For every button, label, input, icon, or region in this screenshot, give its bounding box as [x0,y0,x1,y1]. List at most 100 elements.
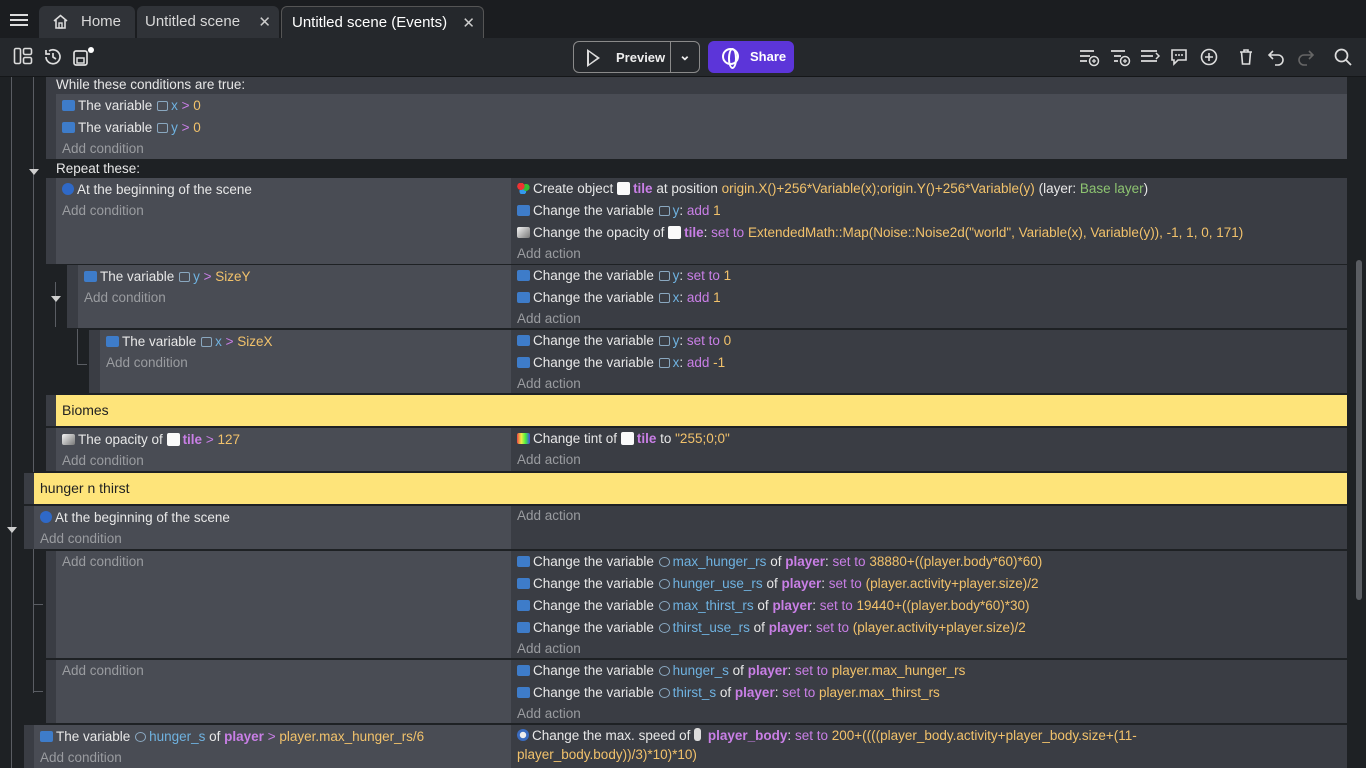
add-action-button[interactable]: Add action [517,245,581,263]
delete-icon[interactable] [1235,47,1257,67]
add-event-icon[interactable] [1078,47,1100,67]
create-object-icon [517,183,530,194]
collapse-arrow-icon[interactable] [29,169,39,175]
action-row[interactable]: Change the variable max_hunger_rs of pla… [517,553,1042,571]
add-condition-button[interactable]: Add condition [62,140,144,158]
object-thumbnail [617,182,631,195]
scrollbar[interactable] [1356,260,1362,600]
tree-line [77,364,87,365]
variable-icon [40,731,53,742]
object-variable-icon [658,579,670,589]
condition-row[interactable]: The variable x > 0 [62,97,201,115]
variable-icon [517,270,530,281]
action-row[interactable]: Change the variable x: add 1 [517,289,721,307]
add-condition-button[interactable]: Add condition [62,553,144,571]
action-row[interactable]: Change the variable y: set to 1 [517,267,731,285]
variable-icon [201,337,213,347]
variable-icon [62,122,75,133]
condition-row[interactable]: The variable y > 0 [62,119,201,137]
action-row[interactable]: Change the variable x: add -1 [517,354,725,372]
variable-icon [157,123,169,133]
action-row[interactable]: Change the variable y: add 1 [517,202,721,220]
action-row[interactable]: Change the opacity of tile: set to Exten… [517,224,1243,242]
tree-line [77,329,78,364]
variable-icon [517,687,530,698]
add-action-button[interactable]: Add action [517,375,581,393]
comment-biomes[interactable]: Biomes [56,395,1347,426]
object-variable-icon [135,732,147,742]
preview-button[interactable]: Preview ⌄ [573,41,700,73]
add-condition-button[interactable]: Add condition [40,530,122,548]
chevron-down-icon[interactable]: ⌄ [679,47,691,64]
action-row[interactable]: Create object tile at position origin.X(… [517,180,1148,198]
condition-row[interactable]: The opacity of tile > 127 [62,431,240,449]
scene-start-icon [40,511,52,523]
undo-icon[interactable] [1265,47,1287,67]
add-condition-button[interactable]: Add condition [62,662,144,680]
action-row[interactable]: Change the variable thirst_s of player: … [517,684,940,702]
variable-icon [658,358,670,368]
search-icon[interactable] [1332,47,1354,67]
add-group-icon[interactable] [1139,47,1161,67]
collapse-arrow-icon[interactable] [7,527,17,533]
add-condition-button[interactable]: Add condition [62,452,144,470]
add-condition-button[interactable]: Add condition [62,202,144,220]
add-condition-button[interactable]: Add condition [40,749,122,767]
object-thumbnail [620,432,634,445]
panels-icon[interactable] [12,47,34,67]
globe-icon [722,48,739,69]
action-row[interactable]: Change the variable max_thirst_rs of pla… [517,597,1030,615]
preview-label: Preview [616,50,666,65]
add-action-button[interactable]: Add action [517,310,581,328]
action-row[interactable]: Change tint of tile to "255;0;0" [517,430,730,448]
comment-hunger-thirst[interactable]: hunger n thirst [34,473,1347,504]
action-row[interactable]: Change the variable hunger_s of player: … [517,662,965,680]
close-icon[interactable]: ✕ [258,13,271,31]
tab-bar: Home Untitled scene ✕ Untitled scene (Ev… [0,0,1366,38]
condition-row[interactable]: The variable hunger_s of player > player… [40,728,424,746]
tab-home[interactable]: Home [39,6,135,38]
save-icon[interactable] [72,47,94,67]
condition-row[interactable]: At the beginning of the scene [40,509,230,527]
variable-icon [658,271,670,281]
add-condition-button[interactable]: Add condition [106,354,188,372]
tab-label: Untitled scene [145,13,241,30]
variable-icon [84,271,97,282]
action-row[interactable]: Change the max. speed of player_body: se… [517,727,1137,745]
redo-icon [1295,47,1317,67]
action-row[interactable]: Change the variable y: set to 0 [517,332,731,350]
comment-gutter [24,473,34,504]
collapse-arrow-icon[interactable] [51,296,61,302]
condition-row[interactable]: The variable y > SizeY [84,268,251,286]
object-variable-icon [658,557,670,567]
share-button[interactable]: Share [708,41,794,73]
add-action-button[interactable]: Add action [517,507,581,525]
menu-icon[interactable] [10,14,28,26]
while-conditions [56,94,1347,159]
add-icon[interactable] [1198,47,1220,67]
divider [670,42,671,72]
variable-icon [517,205,530,216]
add-action-button[interactable]: Add action [517,640,581,658]
tint-icon [517,433,530,444]
action-row[interactable]: Change the variable thirst_use_rs of pla… [517,619,1026,637]
tree-line [33,604,43,605]
condition-row[interactable]: At the beginning of the scene [62,181,252,199]
condition-row[interactable]: The variable x > SizeX [106,333,273,351]
comment-gutter [46,395,56,426]
history-icon[interactable] [42,47,64,67]
add-action-button[interactable]: Add action [517,451,581,469]
variable-icon [658,206,670,216]
close-icon[interactable]: ✕ [462,14,475,32]
object-thumbnail [694,728,702,741]
action-expression-continued: player_body.body))/3)*10)*10) [517,747,697,762]
variable-icon [517,578,530,589]
add-condition-button[interactable]: Add condition [84,289,166,307]
variable-icon [106,336,119,347]
add-action-button[interactable]: Add action [517,705,581,723]
add-subevent-icon[interactable] [1109,47,1131,67]
add-comment-icon[interactable] [1168,47,1190,67]
action-row[interactable]: Change the variable hunger_use_rs of pla… [517,575,1039,593]
tab-scene[interactable]: Untitled scene ✕ [137,6,279,38]
tab-events[interactable]: Untitled scene (Events) ✕ [281,6,484,38]
